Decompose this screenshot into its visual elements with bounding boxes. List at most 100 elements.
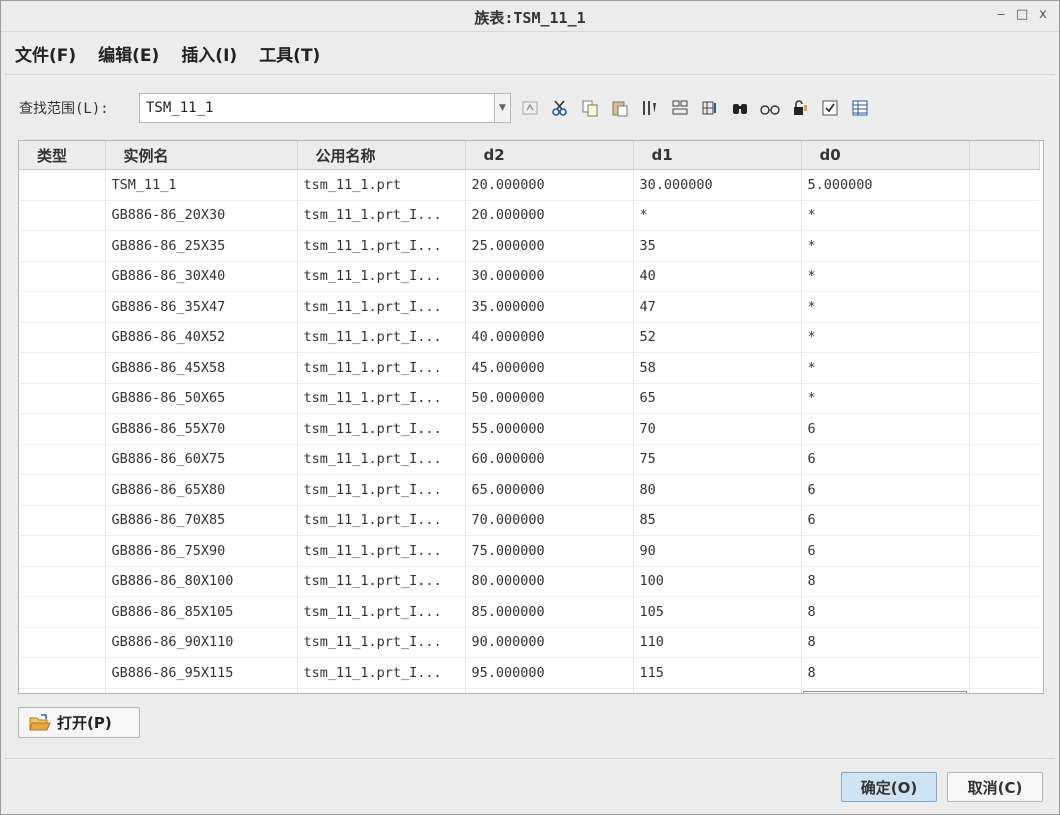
cell-d1[interactable]: 85 [633, 505, 802, 536]
cell-type[interactable] [19, 596, 106, 628]
cell-d0[interactable]: * [801, 261, 970, 292]
cut-icon[interactable] [549, 97, 571, 119]
cell-instance-name[interactable]: GB886-86_45X58 [105, 352, 298, 384]
cell-d1[interactable]: 90 [633, 535, 802, 567]
cell-instance-name[interactable]: TSM_11_1 [105, 169, 298, 201]
cell-d0[interactable]: 10 [801, 688, 970, 693]
header-type[interactable]: 类型 [19, 141, 106, 170]
cell-d1[interactable]: 35 [633, 230, 802, 262]
cell-type[interactable] [19, 535, 106, 567]
cell-common-name[interactable]: tsm_11_1.prt_I... [297, 688, 466, 693]
cell-d0[interactable]: * [801, 200, 970, 231]
menu-edit[interactable]: 编辑(E) [98, 41, 159, 66]
cell-type[interactable] [19, 505, 106, 536]
table-row[interactable]: GB886-86_30X40 tsm_11_1.prt_I... 30.000000… [19, 261, 1039, 292]
cell-d1[interactable]: 105 [633, 596, 802, 628]
cell-type[interactable] [19, 566, 106, 597]
table-row[interactable]: GB886-86_55X70 tsm_11_1.prt_I... 55.000000… [19, 413, 1039, 445]
cell-d1[interactable]: 80 [633, 474, 802, 506]
cell-d0[interactable]: * [801, 352, 970, 384]
cell-d2[interactable]: 30.000000 [465, 261, 634, 292]
table-row[interactable]: GB886-86_75X90 tsm_11_1.prt_I... 75.000000… [19, 535, 1039, 567]
cell-type[interactable] [19, 657, 106, 689]
maximize-icon[interactable]: □ [1016, 7, 1028, 22]
cell-common-name[interactable]: tsm_11_1.prt_I... [297, 200, 466, 231]
table-row[interactable]: GB886-86_70X85 tsm_11_1.prt_I... 70.000000… [19, 505, 1039, 536]
cell-type[interactable] [19, 444, 106, 475]
insert-instance-icon[interactable] [699, 97, 721, 119]
cell-d1[interactable]: 75 [633, 444, 802, 475]
cell-instance-name[interactable]: GB886-86_95X115 [105, 657, 298, 689]
cell-d2[interactable]: 85.000000 [465, 596, 634, 628]
cell-d2[interactable]: 60.000000 [465, 444, 634, 475]
table-row[interactable]: GB886-86_20X30 tsm_11_1.prt_I... 20.000000… [19, 200, 1039, 231]
cell-d2[interactable]: 90.000000 [465, 627, 634, 658]
cell-d2[interactable]: 70.000000 [465, 505, 634, 536]
table-row[interactable]: GB886-86_45X58 tsm_11_1.prt_I... 45.000000… [19, 352, 1039, 384]
table-row[interactable]: GB886-86_50X65 tsm_11_1.prt_I... 50.000000… [19, 383, 1039, 414]
cell-type[interactable] [19, 261, 106, 292]
cell-common-name[interactable]: tsm_11_1.prt_I... [297, 352, 466, 384]
cell-d1[interactable]: 120 [633, 688, 802, 693]
cell-d1[interactable]: 70 [633, 413, 802, 445]
cell-d0[interactable]: 8 [801, 596, 970, 628]
cell-common-name[interactable]: tsm_11_1.prt_I... [297, 413, 466, 445]
insert-column-icon[interactable] [639, 97, 661, 119]
cell-common-name[interactable]: tsm_11_1.prt_I... [297, 230, 466, 262]
cell-d2[interactable]: 35.000000 [465, 291, 634, 323]
table-row[interactable]: TSM_11_1 tsm_11_1.prt 20.000000 30.000000 5.… [19, 169, 1039, 201]
minimize-icon[interactable]: ‒ [995, 7, 1007, 22]
cell-instance-name[interactable]: GB886-86_90X110 [105, 627, 298, 658]
header-d0[interactable]: d0 [801, 141, 970, 170]
table-row[interactable]: GB886-86_95X115 tsm_11_1.prt_I... 95.00000… [19, 657, 1039, 689]
cell-common-name[interactable]: tsm_11_1.prt_I... [297, 444, 466, 475]
cell-d2[interactable]: 75.000000 [465, 535, 634, 567]
table-row[interactable]: GB886-86_35X47 tsm_11_1.prt_I... 35.000000… [19, 291, 1039, 323]
cell-common-name[interactable]: tsm_11_1.prt_I... [297, 383, 466, 414]
cell-instance-name[interactable]: GB886-86_75X90 [105, 535, 298, 567]
cell-common-name[interactable]: tsm_11_1.prt_I... [297, 505, 466, 536]
lock-icon[interactable] [789, 97, 811, 119]
table-row[interactable]: GB886-86_40X52 tsm_11_1.prt_I... 40.000000… [19, 322, 1039, 353]
open-button[interactable]: 打开(P) [18, 707, 140, 738]
chevron-down-icon[interactable]: ▼ [495, 93, 511, 123]
find-icon[interactable] [729, 97, 751, 119]
cell-type[interactable] [19, 352, 106, 384]
find-scope-combo[interactable]: TSM_11_1 [139, 93, 495, 123]
cell-d2[interactable]: 20.000000 [465, 169, 634, 201]
cell-d2[interactable]: 80.000000 [465, 566, 634, 597]
cell-instance-name[interactable]: GB886-86_25X35 [105, 230, 298, 262]
cell-d1[interactable]: 52 [633, 322, 802, 353]
cell-d1[interactable]: 110 [633, 627, 802, 658]
verify-icon[interactable] [759, 97, 781, 119]
cell-type[interactable] [19, 291, 106, 323]
cell-type[interactable] [19, 383, 106, 414]
cell-d0[interactable]: 6 [801, 444, 970, 475]
cell-instance-name[interactable]: GB886-86_80X100 [105, 566, 298, 597]
cell-d0[interactable]: * [801, 230, 970, 262]
cell-d2[interactable]: 65.000000 [465, 474, 634, 506]
cell-common-name[interactable]: tsm_11_1.prt_I... [297, 261, 466, 292]
cell-instance-name[interactable]: GB886-86_35X47 [105, 291, 298, 323]
cell-d0[interactable]: 6 [801, 505, 970, 536]
cell-type[interactable] [19, 200, 106, 231]
cell-instance-name[interactable]: GB886-86_70X85 [105, 505, 298, 536]
ok-button[interactable]: 确定(O) [841, 772, 937, 802]
cell-instance-name[interactable]: GB886-86_20X30 [105, 200, 298, 231]
cell-common-name[interactable]: tsm_11_1.prt_I... [297, 596, 466, 628]
cell-d2[interactable]: 100.000000 [465, 688, 634, 693]
cell-d1[interactable]: 100 [633, 566, 802, 597]
cell-common-name[interactable]: tsm_11_1.prt_I... [297, 657, 466, 689]
cell-type[interactable] [19, 230, 106, 262]
cell-d2[interactable]: 20.000000 [465, 200, 634, 231]
cell-type[interactable] [19, 627, 106, 658]
cell-type[interactable] [19, 688, 106, 693]
up-level-icon[interactable] [519, 97, 541, 119]
header-common-name[interactable]: 公用名称 [297, 141, 466, 170]
header-d1[interactable]: d1 [633, 141, 802, 170]
cell-d2[interactable]: 25.000000 [465, 230, 634, 262]
cell-instance-name[interactable]: GB886-86_30X40 [105, 261, 298, 292]
cell-d0[interactable]: 6 [801, 474, 970, 506]
cell-d0[interactable]: * [801, 383, 970, 414]
cell-instance-name[interactable]: GB886-86_85X105 [105, 596, 298, 628]
